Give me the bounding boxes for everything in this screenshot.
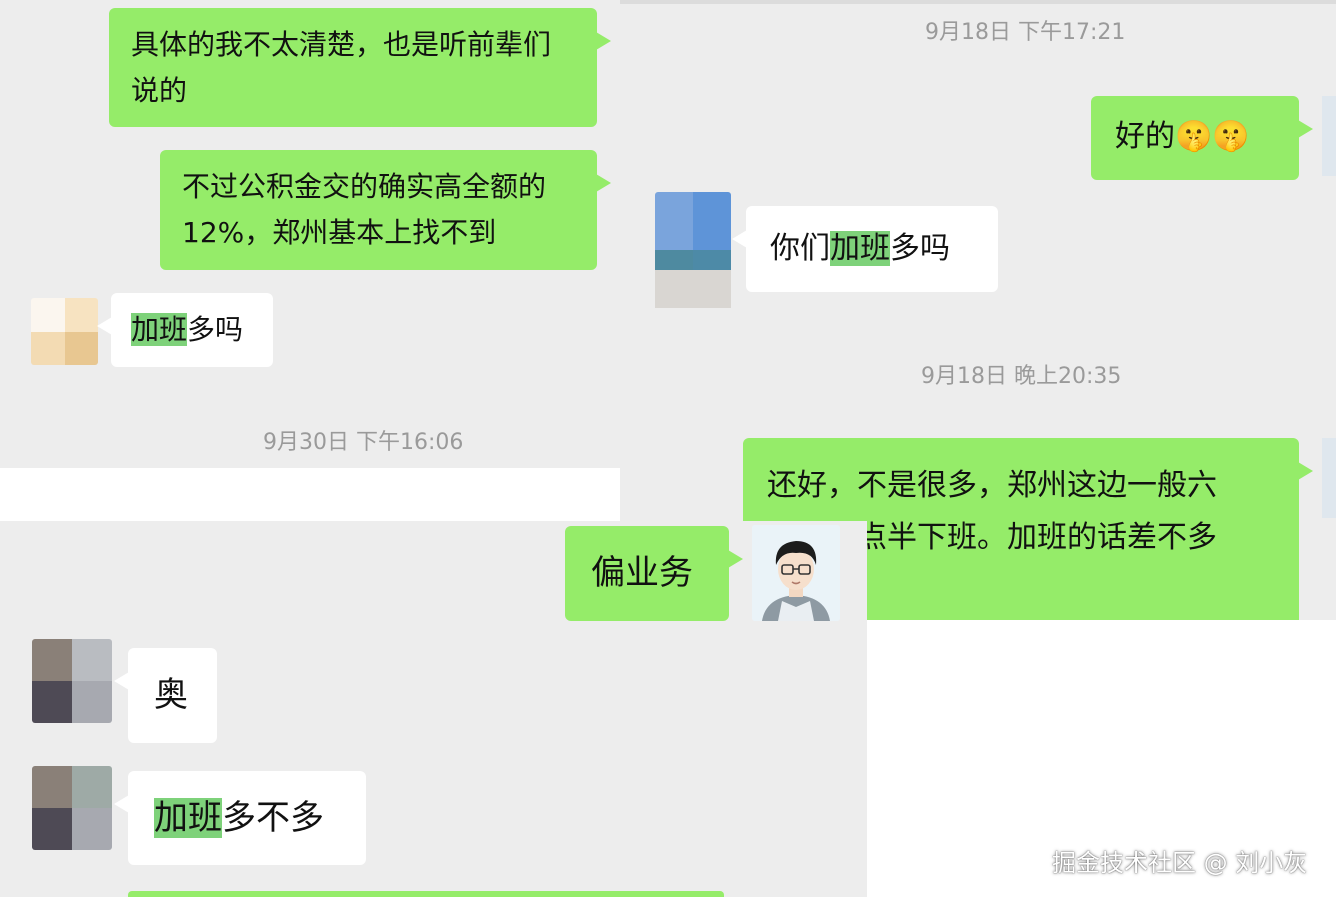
avatar[interactable] [32,639,112,723]
message-bubble-sent: 具体的我不太清楚，也是听前辈们 说的 [109,8,611,127]
message-text: 多不多 [222,798,324,838]
emoji-icon: 🤫🤫 [1175,119,1250,154]
avatar-self-partial [1322,438,1336,518]
message-text: 多吗 [890,231,950,266]
chat-screenshot-left: 具体的我不太清楚，也是听前辈们 说的 不过公积金交的确实高全额的 12%，郑州基… [0,0,620,468]
keyword-highlight: 加班 [830,231,890,266]
message-text: 偏业务 [591,553,693,593]
timestamp: 9月30日 下午16:06 [263,430,464,455]
message-bubble-received: 你们加班多吗 [732,206,998,292]
chat-screenshot-bottom: 偏业务 奥 加班多不多 [0,521,867,897]
avatar[interactable] [31,298,98,365]
avatar-self-partial [1322,96,1336,176]
keyword-highlight: 加班 [154,798,222,838]
message-text: 12%，郑州基本上找不到 [182,216,497,249]
message-bubble-received: 加班多吗 [97,293,273,367]
message-text: 奥 [154,675,188,715]
message-bubble-sent: 好的🤫🤫 [1091,96,1313,180]
avatar-bottom [655,270,731,308]
message-text: 还好，不是很多，郑州这边一般六 [767,468,1217,503]
keyword-highlight: 加班 [131,313,188,346]
watermark: 掘金技术社区 @ 刘小灰 [1052,849,1308,877]
message-bubble-sent: 不过公积金交的确实高全额的 12%，郑州基本上找不到 [160,150,611,270]
timestamp: 9月18日 晚上20:35 [921,364,1122,389]
message-text: 你们 [770,231,830,266]
avatar[interactable] [32,766,112,850]
message-text: 多吗 [187,313,244,346]
message-text: 说的 [131,74,188,107]
message-text: 好的 [1115,119,1175,154]
cartoon-person-icon [752,525,840,621]
timestamp: 9月18日 下午17:21 [925,20,1126,45]
message-bubble-received: 加班多不多 [114,771,366,865]
message-bubble-received: 奥 [114,648,217,743]
message-bubble-sent: 偏业务 [565,526,743,621]
message-text: 具体的我不太清楚，也是听前辈们 [131,28,552,61]
message-bubble-cut-off [128,891,724,897]
avatar-self[interactable] [752,525,840,621]
message-text: 不过公积金交的确实高全额的 [182,170,547,203]
top-border [620,0,1336,4]
